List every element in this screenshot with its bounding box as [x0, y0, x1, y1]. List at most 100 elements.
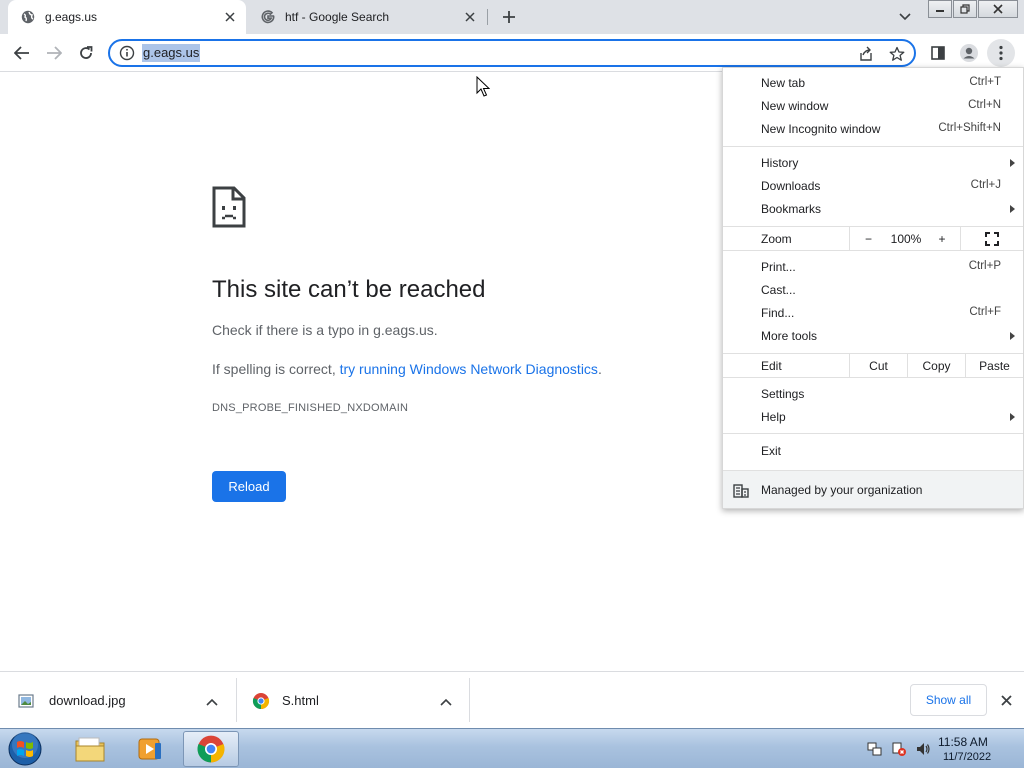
app-menu: New tab Ctrl+T New window Ctrl+N New Inc…: [722, 67, 1024, 509]
profile-avatar-icon: [960, 44, 978, 62]
download-shelf: download.jpg S.html Show all: [0, 671, 1024, 728]
tab-strip: g.eags.us htf - Google Search: [0, 0, 1024, 34]
tab-title: htf - Google Search: [285, 10, 390, 24]
chrome-icon: [197, 735, 225, 763]
reload-icon: [80, 46, 93, 59]
share-icon[interactable]: [856, 44, 876, 64]
close-tab-icon[interactable]: [222, 9, 238, 25]
menu-item-new-tab[interactable]: New tab Ctrl+T: [723, 72, 1023, 95]
copy-button[interactable]: Copy: [907, 354, 965, 377]
menu-item-bookmarks[interactable]: Bookmarks: [723, 198, 1023, 221]
side-panel-icon: [931, 46, 945, 60]
chevron-up-icon[interactable]: [440, 695, 452, 709]
tab-active[interactable]: g.eags.us: [8, 0, 246, 34]
suggestion-prefix: If spelling is correct,: [212, 361, 340, 377]
download-filename: S.html: [282, 693, 319, 708]
clock-time[interactable]: 11:58 AM: [938, 735, 988, 749]
volume-icon[interactable]: [915, 741, 931, 760]
bookmark-star-icon[interactable]: [887, 44, 907, 64]
submenu-arrow-icon: [1010, 159, 1015, 167]
building-icon: [733, 484, 749, 501]
sad-page-icon: [212, 186, 246, 231]
download-separator: [236, 678, 237, 722]
error-title: This site can’t be reached: [212, 276, 486, 303]
menu-item-managed[interactable]: Managed by your organization: [723, 470, 1023, 508]
menu-zoom-row: Zoom − 100% +: [723, 226, 1023, 251]
menu-item-find[interactable]: Find... Ctrl+F: [723, 302, 1023, 325]
clock-date[interactable]: 11/7/2022: [943, 751, 991, 763]
submenu-arrow-icon: [1010, 413, 1015, 421]
menu-item-exit[interactable]: Exit: [723, 440, 1023, 463]
zoom-out-button[interactable]: −: [849, 227, 887, 250]
error-suggestion-diagnostics: If spelling is correct, try running Wind…: [212, 361, 602, 377]
menu-item-cast[interactable]: Cast...: [723, 279, 1023, 302]
side-panel-button[interactable]: [924, 39, 952, 67]
zoom-level: 100%: [890, 231, 922, 246]
taskbar-media-player[interactable]: [122, 731, 178, 767]
menu-item-more-tools[interactable]: More tools: [723, 325, 1023, 348]
tab-separator: [487, 9, 488, 25]
image-file-icon: [18, 693, 34, 709]
menu-item-new-incognito[interactable]: New Incognito window Ctrl+Shift+N: [723, 118, 1023, 141]
site-info-icon[interactable]: [119, 45, 135, 61]
menu-button[interactable]: [987, 39, 1015, 67]
menu-item-print[interactable]: Print... Ctrl+P: [723, 256, 1023, 279]
menu-separator: [723, 433, 1023, 434]
media-player-icon: [138, 738, 161, 760]
close-tab-icon[interactable]: [462, 9, 478, 25]
forward-button[interactable]: [40, 39, 68, 67]
suggestion-suffix: .: [597, 361, 602, 377]
globe-icon: [20, 9, 36, 25]
new-tab-button[interactable]: [497, 5, 521, 29]
back-button[interactable]: [8, 39, 36, 67]
minimize-icon: [936, 10, 944, 12]
network-icon[interactable]: [867, 741, 883, 760]
back-arrow-icon: [14, 46, 29, 60]
menu-item-downloads[interactable]: Downloads Ctrl+J: [723, 175, 1023, 198]
address-bar[interactable]: g.eags.us: [108, 39, 916, 67]
tab-google-search[interactable]: htf - Google Search: [248, 0, 486, 34]
paste-button[interactable]: Paste: [965, 354, 1023, 377]
menu-separator: [723, 146, 1023, 147]
taskbar-chrome[interactable]: [183, 731, 239, 767]
download-filename: download.jpg: [49, 693, 126, 708]
close-shelf-icon[interactable]: [997, 691, 1015, 709]
restore-button[interactable]: [953, 0, 977, 18]
fullscreen-button[interactable]: [960, 227, 1023, 250]
download-item[interactable]: download.jpg: [18, 672, 228, 729]
error-code: DNS_PROBE_FINISHED_NXDOMAIN: [212, 402, 409, 414]
profile-button[interactable]: [955, 39, 983, 67]
zoom-in-button[interactable]: +: [925, 227, 959, 250]
reload-button[interactable]: Reload: [212, 471, 286, 502]
menu-item-new-window[interactable]: New window Ctrl+N: [723, 95, 1023, 118]
cut-button[interactable]: Cut: [849, 354, 907, 377]
start-button[interactable]: [5, 730, 45, 768]
tab-search-button[interactable]: [894, 6, 916, 28]
download-item[interactable]: S.html: [252, 672, 462, 729]
submenu-arrow-icon: [1010, 205, 1015, 213]
diagnostics-link[interactable]: try running Windows Network Diagnostics: [340, 361, 598, 377]
tab-title: g.eags.us: [45, 10, 98, 24]
menu-item-help[interactable]: Help: [723, 406, 1023, 429]
menu-item-history[interactable]: History: [723, 152, 1023, 175]
folder-icon: [75, 737, 105, 762]
fullscreen-icon: [985, 231, 999, 246]
menu-edit-row: Edit Cut Copy Paste: [723, 353, 1023, 378]
url-text[interactable]: g.eags.us: [142, 44, 201, 62]
taskbar-explorer[interactable]: [62, 731, 118, 767]
three-dots-vertical-icon: [999, 45, 1003, 61]
close-window-button[interactable]: [978, 0, 1018, 18]
taskbar: 11:58 AM 11/7/2022: [0, 728, 1024, 768]
show-all-button[interactable]: Show all: [910, 684, 987, 716]
mouse-cursor-icon: [476, 75, 491, 101]
google-icon: [260, 9, 276, 25]
plus-icon: [503, 11, 515, 23]
minimize-button[interactable]: [928, 0, 952, 18]
menu-item-settings[interactable]: Settings: [723, 383, 1023, 406]
action-center-icon[interactable]: [891, 741, 907, 760]
reload-toolbar-button[interactable]: [72, 39, 100, 67]
chevron-up-icon[interactable]: [206, 695, 218, 709]
submenu-arrow-icon: [1010, 332, 1015, 340]
error-suggestion-typo: Check if there is a typo in g.eags.us.: [212, 322, 438, 338]
chevron-down-icon: [899, 13, 911, 21]
